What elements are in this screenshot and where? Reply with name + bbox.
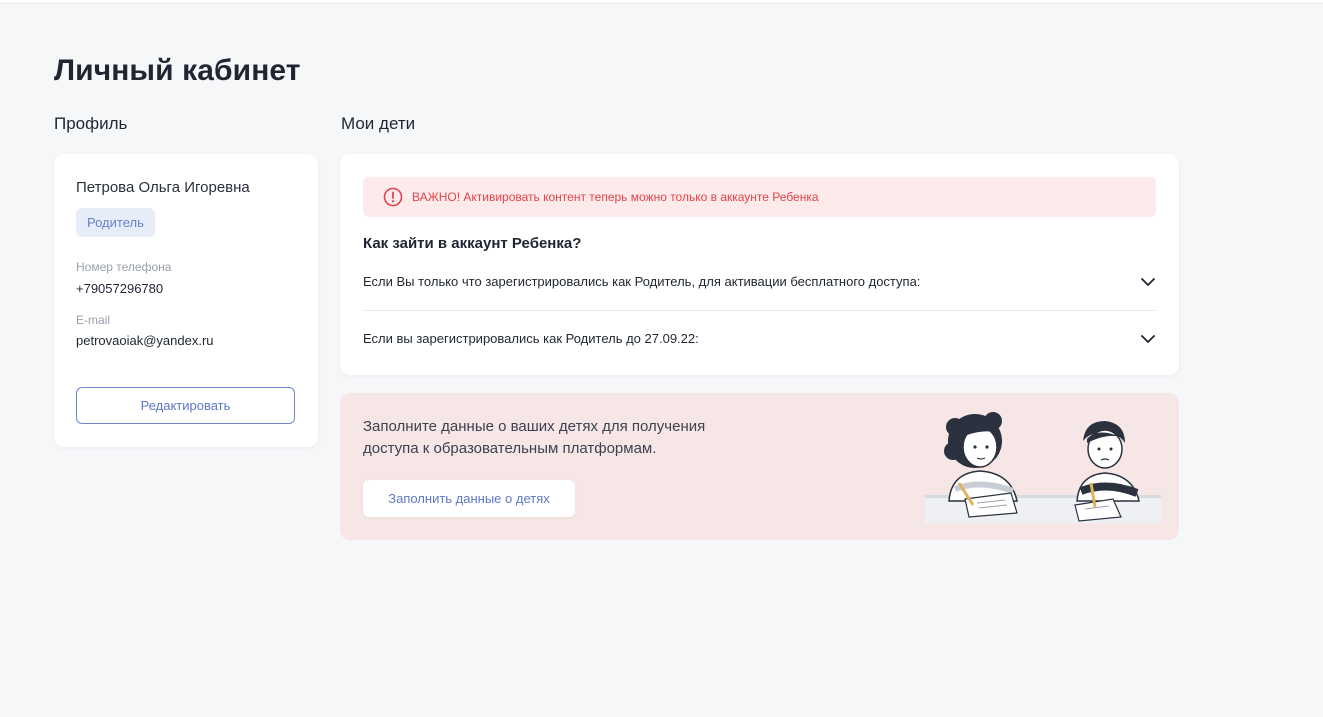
- email-value: petrovaoiak@yandex.ru: [76, 333, 214, 348]
- accordion-label: Если вы зарегистрировались как Родитель …: [363, 331, 699, 346]
- email-label: E-mail: [76, 313, 111, 327]
- promo-text: Заполните данные о ваших детях для получ…: [363, 418, 706, 457]
- accordion-old-parent[interactable]: Если вы зарегистрировались как Родитель …: [363, 322, 1156, 356]
- girl-figure: [944, 412, 1018, 518]
- profile-name: Петрова Ольга Игоревна: [76, 179, 250, 196]
- how-to-heading: Как зайти в аккаунт Ребенка?: [363, 235, 582, 252]
- important-alert: ВАЖНО! Активировать контент теперь можно…: [363, 177, 1156, 217]
- children-studying-illustration: [925, 412, 1161, 523]
- accordion-label: Если Вы только что зарегистрировались ка…: [363, 274, 921, 289]
- chevron-down-icon[interactable]: [1140, 274, 1156, 290]
- edit-profile-button[interactable]: Редактировать: [76, 387, 295, 424]
- alert-text: ВАЖНО! Активировать контент теперь можно…: [412, 190, 819, 204]
- fill-children-promo-card: Заполните данные о ваших детях для получ…: [340, 393, 1179, 540]
- profile-card: Петрова Ольга Игоревна Родитель Номер те…: [54, 154, 318, 447]
- phone-label: Номер телефона: [76, 260, 172, 274]
- fill-children-data-button[interactable]: Заполнить данные о детях: [363, 480, 575, 517]
- top-bar: [0, 0, 1323, 4]
- accordion-new-parent[interactable]: Если Вы только что зарегистрировались ка…: [363, 265, 1156, 299]
- role-badge: Родитель: [76, 208, 155, 237]
- page-title: Личный кабинет: [54, 54, 301, 87]
- children-info-card: ВАЖНО! Активировать контент теперь можно…: [340, 154, 1179, 375]
- alert-circle-icon: [383, 187, 403, 207]
- profile-section-title: Профиль: [54, 114, 128, 133]
- phone-value: +79057296780: [76, 281, 164, 296]
- children-section-title: Мои дети: [341, 114, 416, 133]
- accordion-divider: [363, 310, 1156, 311]
- chevron-down-icon[interactable]: [1140, 331, 1156, 347]
